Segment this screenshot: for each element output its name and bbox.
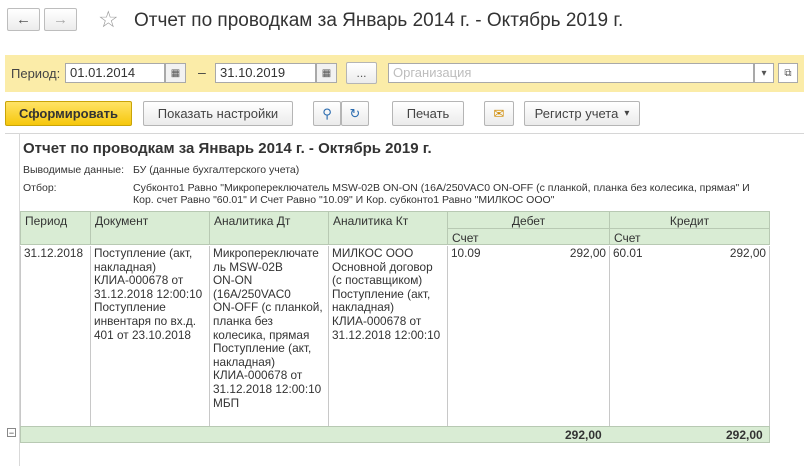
forward-button[interactable]: → <box>44 8 77 31</box>
cell-analytics-kt[interactable]: МИЛКОС ООО Основной договор (с поставщик… <box>328 246 447 426</box>
chevron-down-icon: ▾ <box>624 108 630 119</box>
cell-account-kt[interactable]: 60.01 <box>609 246 659 426</box>
favorite-star-icon[interactable]: ☆ <box>98 6 119 32</box>
date-from-calendar-button[interactable]: ▦ <box>165 63 186 83</box>
column-header-document: Документ <box>90 211 210 245</box>
column-header-account-dt: Счет <box>447 228 610 245</box>
arrow-right-icon: → <box>53 11 68 28</box>
organization-open-button[interactable]: ⧉ <box>778 63 798 83</box>
send-email-button[interactable]: ✉ <box>484 101 514 126</box>
filter-text-line2: Кор. счет Равно "60.01" И Счет Равно "10… <box>133 194 555 206</box>
show-settings-button[interactable]: Показать настройки <box>143 101 293 126</box>
date-to-field[interactable]: 31.10.2019 <box>215 63 316 83</box>
period-separator: – <box>198 64 206 80</box>
cell-account-dt[interactable]: 10.09 <box>447 246 497 426</box>
filter-text-line1: Субконто1 Равно "Микропереключатель MSW-… <box>133 182 750 194</box>
column-header-analytics-dt: Аналитика Дт <box>209 211 329 245</box>
register-label: Регистр учета <box>534 106 619 121</box>
collapse-group-icon[interactable]: − <box>7 428 16 438</box>
register-dropdown-button[interactable]: Регистр учета ▾ <box>524 101 640 126</box>
column-header-analytics-kt: Аналитика Кт <box>328 211 448 245</box>
print-button[interactable]: Печать <box>392 101 464 126</box>
column-header-period: Период <box>20 211 91 245</box>
date-from-field[interactable]: 01.01.2014 <box>65 63 165 83</box>
window-title: Отчет по проводкам за Январь 2014 г. - О… <box>134 10 624 31</box>
cell-document[interactable]: Поступление (акт, накладная) КЛИА-000678… <box>90 246 209 426</box>
cell-debit-amount[interactable]: 292,00 <box>497 246 609 426</box>
cell-period[interactable]: 31.12.2018 <box>20 246 90 426</box>
select-period-button[interactable]: ... <box>346 62 377 84</box>
calendar-icon: ▦ <box>321 67 332 79</box>
back-button[interactable]: ← <box>7 8 40 31</box>
generate-button[interactable]: Сформировать <box>5 101 132 126</box>
search-button[interactable]: ⚲ <box>313 101 341 126</box>
output-data-value: БУ (данные бухгалтерского учета) <box>133 164 300 176</box>
calendar-icon: ▦ <box>170 67 181 79</box>
organization-dropdown-button[interactable]: ▾ <box>754 63 774 83</box>
total-debit: 292,00 <box>565 428 602 442</box>
cell-credit-amount[interactable]: 292,00 <box>659 246 770 426</box>
filter-label: Отбор: <box>23 182 57 194</box>
search-next-button[interactable]: ↻ <box>341 101 369 126</box>
cell-analytics-dt[interactable]: Микропереключате ль MSW-02B ON-ON (16А/2… <box>209 246 328 426</box>
date-to-calendar-button[interactable]: ▦ <box>316 63 337 83</box>
totals-row <box>20 426 770 443</box>
total-credit: 292,00 <box>726 428 763 442</box>
open-form-icon: ⧉ <box>784 67 792 79</box>
column-header-account-kt: Счет <box>609 228 770 245</box>
arrow-left-icon: ← <box>16 11 31 28</box>
column-header-debit: Дебет <box>447 211 610 229</box>
organization-field[interactable]: Организация <box>388 63 754 83</box>
column-header-credit: Кредит <box>609 211 770 229</box>
search-next-icon: ↻ <box>349 105 361 121</box>
report-title: Отчет по проводкам за Январь 2014 г. - О… <box>23 140 432 157</box>
period-label: Период: <box>11 66 61 81</box>
envelope-icon: ✉ <box>493 105 505 121</box>
chevron-down-icon: ▾ <box>761 67 767 79</box>
search-icon: ⚲ <box>322 105 332 121</box>
output-data-label: Выводимые данные: <box>23 164 125 176</box>
